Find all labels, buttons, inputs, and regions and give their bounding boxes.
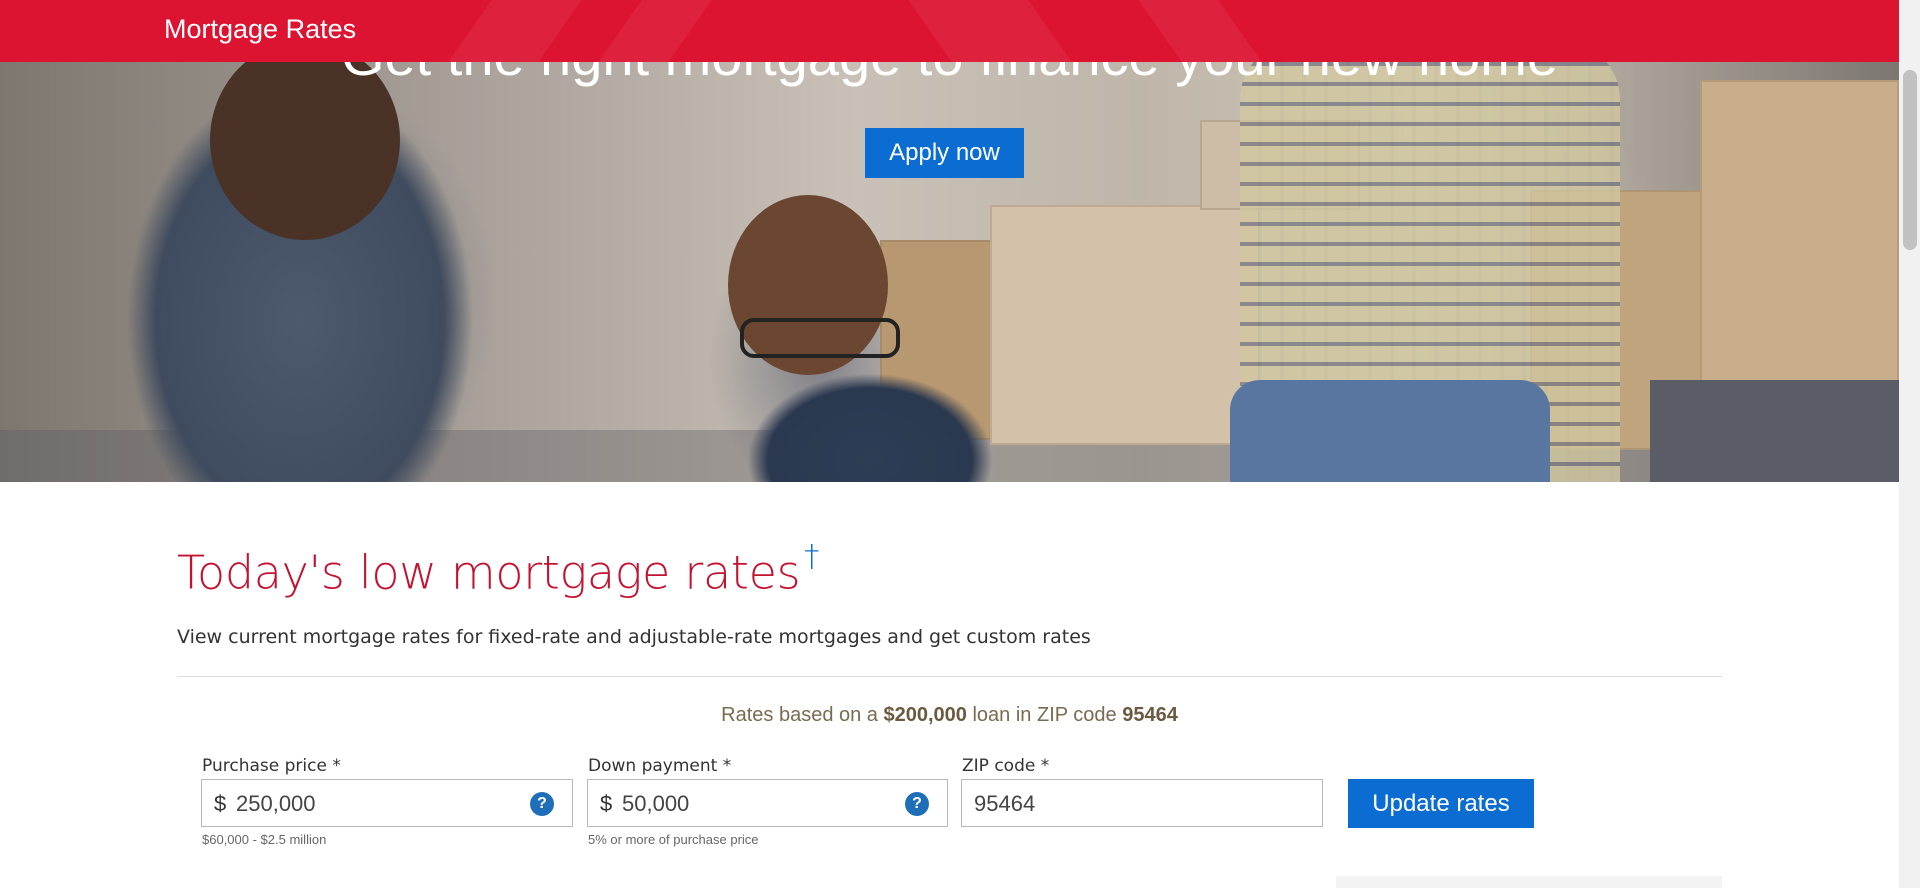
section-subtitle: View current mortgage rates for fixed-ra… — [177, 626, 1091, 648]
page-title[interactable]: Mortgage Rates — [164, 14, 356, 45]
sofa — [1650, 380, 1899, 482]
decorative-stripe — [448, 0, 582, 62]
help-icon[interactable]: ? — [905, 792, 929, 816]
purchase-price-input[interactable] — [234, 787, 468, 821]
scrollbar[interactable] — [1899, 0, 1920, 888]
zip-code-field[interactable] — [961, 779, 1323, 827]
child-glasses — [740, 318, 900, 358]
divider — [177, 676, 1722, 677]
scrollbar-thumb[interactable] — [1903, 70, 1917, 250]
down-payment-hint: 5% or more of purchase price — [588, 832, 759, 847]
rates-panel-edge — [1336, 876, 1722, 888]
down-payment-label: Down payment * — [588, 756, 732, 776]
help-icon[interactable]: ? — [530, 792, 554, 816]
woman-jeans — [1230, 380, 1550, 482]
decorative-stripe — [908, 0, 1072, 62]
hero-image: Get the right mortgage to finance your n… — [0, 0, 1899, 482]
down-payment-field[interactable]: $ ? — [587, 779, 948, 827]
purchase-price-label: Purchase price * — [202, 756, 341, 776]
top-bar: Mortgage Rates — [0, 0, 1899, 62]
apply-now-button[interactable]: Apply now — [865, 128, 1024, 178]
purchase-price-hint: $60,000 - $2.5 million — [202, 832, 327, 847]
decorative-stripe — [1138, 0, 1262, 62]
moving-box — [990, 205, 1260, 445]
dagger-footnote-link[interactable]: † — [804, 539, 819, 574]
purchase-price-field[interactable]: $ ? — [201, 779, 573, 827]
summary-prefix: Rates based on a — [721, 704, 884, 726]
summary-zip: 95464 — [1122, 704, 1178, 726]
summary-loan-amount: $200,000 — [883, 704, 967, 726]
section-title: Today's low mortgage rates † — [177, 539, 819, 600]
summary-middle: loan in ZIP code — [966, 704, 1123, 726]
down-payment-input[interactable] — [620, 787, 854, 821]
section-title-text: Today's low mortgage rates — [177, 545, 801, 600]
zip-code-label: ZIP code * — [962, 756, 1050, 776]
currency-symbol: $ — [214, 791, 227, 816]
currency-symbol: $ — [600, 791, 613, 816]
zip-code-input[interactable] — [972, 787, 1206, 821]
update-rates-button[interactable]: Update rates — [1348, 779, 1534, 828]
rates-summary: Rates based on a $200,000 loan in ZIP co… — [0, 704, 1899, 727]
decorative-stripe — [598, 0, 712, 62]
